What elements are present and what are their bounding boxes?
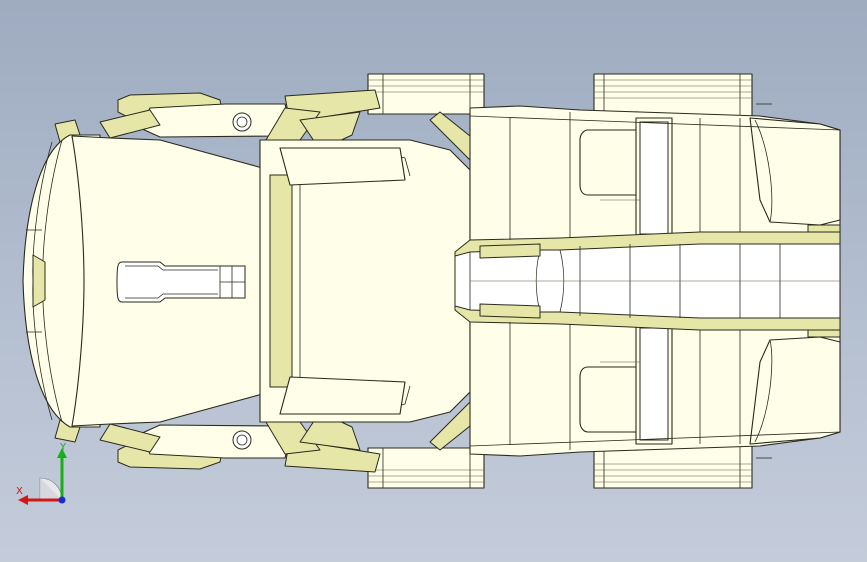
- x-axis-label: X: [16, 486, 23, 497]
- y-axis-label: Y: [60, 442, 67, 453]
- car-body-model[interactable]: .b { fill:#fefee9; stroke:#2a2a1c; strok…: [0, 0, 867, 562]
- graphics-viewport[interactable]: .b { fill:#fefee9; stroke:#2a2a1c; strok…: [0, 0, 867, 562]
- axis-triad-icon: [18, 448, 67, 505]
- view-orientation-triad: Y X: [10, 440, 80, 510]
